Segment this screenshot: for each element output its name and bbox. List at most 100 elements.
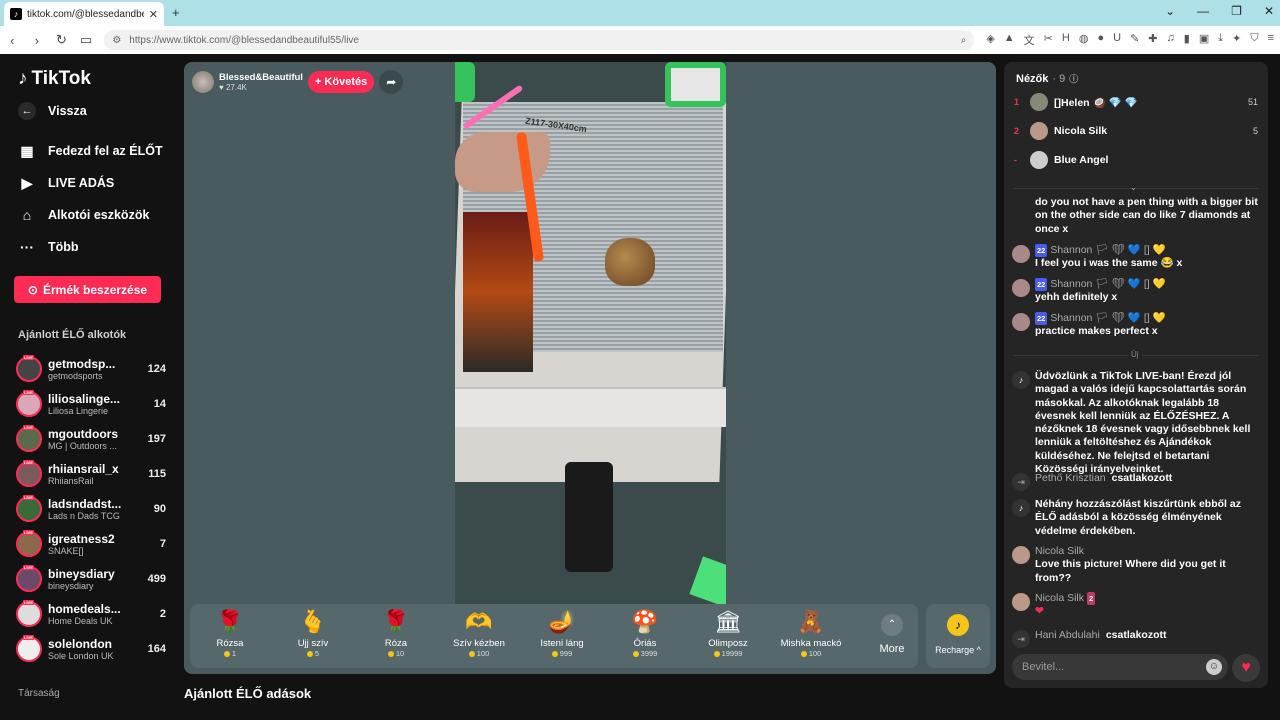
browser-tab[interactable]: ♪ tiktok.com/@blessedandbea... ✕ [4,2,164,26]
creator-item[interactable]: LIVE ladsndadst... Lads n Dads TCG 90 [16,494,166,524]
nav-more[interactable]: ··· Több [18,238,79,256]
live-video[interactable]: Z117-30X40cm [455,62,726,604]
chat-input[interactable]: Bevitel... ☺ [1012,654,1228,680]
creator-item[interactable]: LIVE mgoutdoors MG | Outdoors ... 197 [16,424,166,454]
gift-item[interactable]: 🧸 Mishka mackó 100 [771,608,851,658]
chat-message: 22 Shannon 🏳 ❤ 💙 [] 💛 practice makes perfe… [1012,312,1260,339]
nav-creator-tools[interactable]: ⌂ Alkotói eszközök [18,206,150,224]
host-name[interactable]: Blessed&Beautiful [219,72,303,83]
translate-extension-icon[interactable]: 文 [1024,32,1035,48]
sparkle-icon[interactable]: ✦ [1232,32,1241,48]
share-icon[interactable]: ➦ [379,70,404,94]
nav-explore-live[interactable]: ▦ Fedezd fel az ÉLŐT [18,142,162,160]
creator-subtitle: getmodsports [48,371,103,381]
gift-item[interactable]: 🫶 Szív kézben 100 [439,608,519,658]
host-avatar[interactable] [192,71,214,93]
chevron-down-icon[interactable]: ⌄ [1130,183,1137,192]
user-badges: 🏳 ❤ 💙 [] 💛 [1095,278,1166,290]
message-user[interactable]: Nicola Silk [1035,545,1260,558]
avatar: LIVE [16,425,42,452]
tab-title: tiktok.com/@blessedandbea... [27,8,144,20]
puzzle-extension-icon[interactable]: ✚ [1148,32,1157,48]
music-extension-icon[interactable]: ♫ [1167,32,1175,48]
avatar [1012,245,1030,263]
close-window-icon[interactable]: ✕ [1264,4,1274,18]
message-user[interactable]: Shannon [1050,244,1092,257]
vpn-shield-icon[interactable]: ⛉ [1250,32,1258,48]
creator-item[interactable]: LIVE igreatness2 SNAKE[] 7 [16,529,166,559]
hls-extension-icon[interactable]: H [1062,32,1070,48]
creator-subtitle: RhiiansRail [48,476,94,486]
tiktok-logo[interactable]: ♪ TikTok [18,68,91,90]
get-coins-button[interactable]: ⊙ Érmék beszerzése [14,276,161,303]
bookmark-icon[interactable]: ▭ [80,32,93,48]
new-tab-icon[interactable]: + [172,5,180,20]
back-arrow-icon[interactable]: ‹ [6,33,19,48]
follow-button[interactable]: + Követés [307,71,375,93]
gift-item[interactable]: 🍄 Óriás 3999 [605,608,685,658]
creator-item[interactable]: LIVE homedeals... Home Deals UK 2 [16,599,166,629]
shield-extension-icon[interactable]: ◈ [986,32,994,48]
giant-icon: 🍄 [631,609,659,634]
reload-icon[interactable]: ↻ [55,32,68,48]
viewer-count: 7 [159,538,166,550]
creator-item[interactable]: LIVE solelondon Sole London UK 164 [16,634,166,664]
color-extension-icon[interactable]: ● [1097,32,1104,48]
warning-extension-icon[interactable]: ▲ [1004,32,1015,48]
gift-item[interactable]: 🌹 Rózsa 1 [190,608,270,658]
wallet-icon[interactable]: ▣ [1199,32,1209,48]
gift-item[interactable]: 🏛 Olimposz 19999 [688,608,768,658]
chevron-up-icon: ⌃ [881,614,903,636]
avatar: LIVE [16,565,42,592]
message-user[interactable]: Shannon [1050,278,1092,291]
message-user[interactable]: Nicola Silk [1035,592,1084,605]
viewer-row[interactable]: 2 Nicola Silk 5 [1014,121,1258,141]
viewer-row[interactable]: 1 []Helen 🥥 💎 💎 51 [1014,92,1258,112]
heart-icon[interactable]: ♥ [1232,654,1260,682]
message-user[interactable]: Pethő Krisztian [1035,472,1106,484]
creator-item[interactable]: LIVE liliosalinge... Liliosa Lingerie 14 [16,389,166,419]
recharge-button[interactable]: ♪ Recharge ^ [926,604,990,668]
more-gifts-button[interactable]: ⌃ More [872,614,912,655]
message-text: Üdvözlünk a TikTok LIVE-ban! Érezd jól m… [1035,370,1251,476]
message-text: practice makes perfect x [1035,325,1158,338]
site-info-icon[interactable]: ⚙ [112,35,121,46]
address-bar[interactable]: ⚙ https://www.tiktok.com/@blessedandbeau… [104,30,975,50]
u-extension-icon[interactable]: U [1113,32,1121,48]
home-tools-icon: ⌂ [22,207,32,223]
nav-live-broadcast[interactable]: ▶ LIVE ADÁS [18,174,115,192]
gift-price: 5 [273,649,353,658]
zoom-icon[interactable]: ⌕ [961,35,967,46]
tab-list-icon[interactable]: ⌄ [1165,4,1175,18]
back-button[interactable]: ← Vissza [18,102,87,120]
minimize-icon[interactable]: — [1197,4,1209,18]
creator-item[interactable]: LIVE getmodsp... getmodsports 124 [16,354,166,384]
arrow-left-icon: ← [18,102,36,120]
tab-close-icon[interactable]: ✕ [149,8,158,21]
join-icon: ⇥ [1012,630,1030,648]
user-badges: 🏳 ❤ 💙 [] 💛 [1095,244,1166,256]
download-icon[interactable]: ⤓ [1218,32,1223,48]
gift-item[interactable]: 🌹 Róza 10 [356,608,436,658]
creator-name: ladsndadst... [48,497,122,511]
forward-arrow-icon[interactable]: › [31,33,44,48]
info-icon[interactable]: ⓘ [1069,72,1078,85]
maximize-icon[interactable]: ❐ [1231,4,1242,18]
emoji-icon[interactable]: ☺ [1206,659,1222,675]
creator-item[interactable]: LIVE rhiiansrail_x RhiiansRail 115 [16,459,166,489]
sidebar-toggle-icon[interactable]: ▮ [1184,32,1190,48]
message-user[interactable]: Shannon [1050,312,1092,325]
viewer-name: Blue Angel [1054,154,1109,166]
company-section-title: Társaság [18,688,60,699]
creator-item[interactable]: LIVE bineysdiary bineysdiary 499 [16,564,166,594]
message-user[interactable]: Hani Abdulahi [1035,629,1100,641]
tools-extension-icon[interactable]: ✂ [1044,32,1053,48]
gift-item[interactable]: 🫰 Ujj szív 5 [273,608,353,658]
browser-tab-strip: ♪ tiktok.com/@blessedandbea... ✕ + ⌄ — ❐… [0,0,1280,26]
globe-extension-icon[interactable]: ◍ [1079,32,1089,48]
gift-item[interactable]: 🪔 Isteni láng 999 [522,608,602,658]
cursor-extension-icon[interactable]: ✎ [1130,32,1139,48]
menu-icon[interactable]: ≡ [1268,32,1274,48]
live-badge: LIVE [23,425,34,430]
viewer-row[interactable]: - Blue Angel [1014,150,1258,170]
